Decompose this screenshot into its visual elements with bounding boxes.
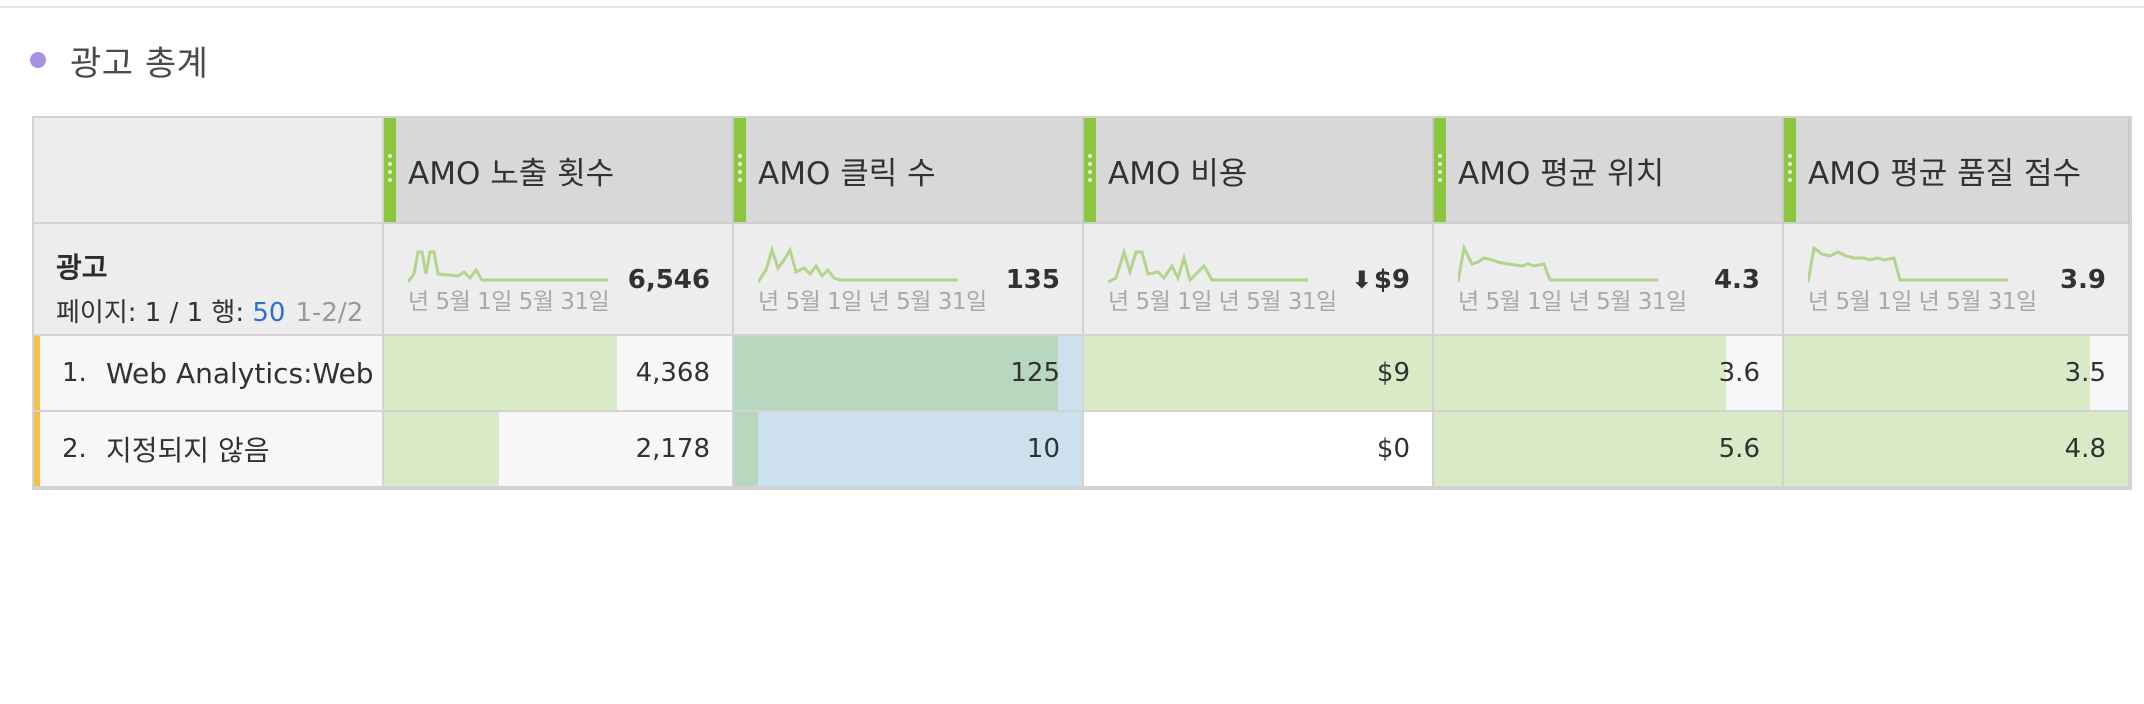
dimension-header[interactable]: 광고 페이지: 1 / 1 행: 50 1-2/2 (34, 224, 384, 336)
cell-value: $9 (1376, 358, 1410, 388)
table-cell[interactable]: 10 (734, 412, 1084, 488)
column-header-label: AMO 평균 품질 점수 (1808, 155, 2082, 192)
row-number: 1. (62, 358, 87, 388)
table-row[interactable]: 2. 지정되지 않음 (34, 412, 384, 488)
cell-value: 2,178 (635, 434, 710, 464)
column-drag-handle[interactable] (1434, 118, 1446, 222)
column-total: 3.9 (2059, 224, 2106, 334)
column-total: 6,546 (627, 224, 710, 334)
column-total-value: 6,546 (627, 265, 710, 295)
pagination: 페이지: 1 / 1 행: 50 1-2/2 (56, 292, 363, 329)
column-total: 4.3 (1713, 224, 1760, 334)
cell-value: 4,368 (635, 358, 710, 388)
value-bar (734, 412, 758, 486)
row-marker (34, 412, 40, 486)
top-divider (0, 6, 2144, 8)
pagination-label: 페이지: 1 / 1 행: (56, 298, 253, 328)
table-cell[interactable]: 5.6 (1434, 412, 1784, 488)
table-cell[interactable]: 2,178 (384, 412, 734, 488)
cell-value: 4.8 (2064, 434, 2106, 464)
table-cell[interactable]: 4.8 (1784, 412, 2130, 488)
rows-per-page-link[interactable]: 50 (252, 298, 285, 328)
row-label[interactable]: Web Analytics:Web… (106, 336, 376, 410)
column-summary: 년 5월 1일 년 5월 31일 135 (734, 224, 1084, 336)
value-bar (1784, 336, 2090, 410)
dimension-name: 광고 (56, 251, 108, 284)
row-label[interactable]: 지정되지 않음 (106, 412, 376, 486)
value-bar (384, 336, 617, 410)
table-corner (34, 118, 384, 224)
sparkline-axis-labels: 년 5월 1일 년 5월 31일 (758, 289, 987, 315)
column-total-value: 3.9 (2059, 265, 2106, 295)
column-summary: 년 5월 1일 년 5월 31일 4.3 (1434, 224, 1784, 336)
sparkline-axis-labels: 년 5월 1일 5월 31일 (408, 289, 610, 315)
column-header-label: AMO 클릭 수 (758, 155, 936, 192)
panel-color-dot (30, 52, 46, 68)
sparkline-axis-labels: 년 5월 1일 년 5월 31일 (1808, 289, 2037, 315)
cell-value: 10 (1026, 434, 1060, 464)
column-drag-handle[interactable] (1084, 118, 1096, 222)
column-header-label: AMO 평균 위치 (1458, 155, 1665, 192)
table-cell[interactable]: 3.5 (1784, 336, 2130, 412)
cell-value: 5.6 (1718, 434, 1760, 464)
cell-value: 3.6 (1718, 358, 1760, 388)
column-header-label: AMO 비용 (1108, 155, 1248, 192)
row-number: 2. (62, 434, 87, 464)
table-cell[interactable]: 125 (734, 336, 1084, 412)
value-bar (1434, 336, 1726, 410)
table-cell[interactable]: 3.6 (1434, 336, 1784, 412)
table-cell[interactable]: 4,368 (384, 336, 734, 412)
row-range: 1-2/2 (295, 298, 364, 328)
column-total-value: 4.3 (1713, 265, 1760, 295)
column-drag-handle[interactable] (1784, 118, 1796, 222)
column-total-value: $9 (1373, 265, 1410, 295)
cell-value: 3.5 (2064, 358, 2106, 388)
cell-value: 125 (1010, 358, 1060, 388)
column-total: 135 (1005, 224, 1060, 334)
column-drag-handle[interactable] (734, 118, 746, 222)
table-row[interactable]: 1. Web Analytics:Web… (34, 336, 384, 412)
column-header[interactable]: AMO 노출 횟수 (384, 118, 734, 224)
panel-title: 광고 총계 (70, 43, 209, 84)
column-header[interactable]: AMO 클릭 수 (734, 118, 1084, 224)
table-cell[interactable]: $9 (1084, 336, 1434, 412)
column-summary: 년 5월 1일 년 5월 31일 3.9 (1784, 224, 2130, 336)
sparkline-axis-labels: 년 5월 1일 년 5월 31일 (1458, 289, 1687, 315)
down-arrow-icon: ⬇ (1351, 266, 1372, 294)
table-cell[interactable]: $0 (1084, 412, 1434, 488)
column-total: ⬇ $9 (1351, 224, 1410, 334)
column-header[interactable]: AMO 평균 품질 점수 (1784, 118, 2130, 224)
value-bar (384, 412, 499, 486)
panel-header[interactable]: 광고 총계 (30, 38, 209, 84)
freeform-table: AMO 노출 횟수 AMO 클릭 수 AMO 비용 AMO 평균 위치 AMO 평균 품… (32, 116, 2132, 490)
column-header[interactable]: AMO 비용 (1084, 118, 1434, 224)
column-summary: 년 5월 1일 년 5월 31일 ⬇ $9 (1084, 224, 1434, 336)
row-marker (34, 336, 40, 410)
column-total-value: 135 (1005, 265, 1060, 295)
column-summary: 년 5월 1일 5월 31일 6,546 (384, 224, 734, 336)
column-drag-handle[interactable] (384, 118, 396, 222)
cell-value: $0 (1376, 434, 1410, 464)
sparkline-axis-labels: 년 5월 1일 년 5월 31일 (1108, 289, 1337, 315)
column-header[interactable]: AMO 평균 위치 (1434, 118, 1784, 224)
column-header-label: AMO 노출 횟수 (408, 155, 615, 192)
